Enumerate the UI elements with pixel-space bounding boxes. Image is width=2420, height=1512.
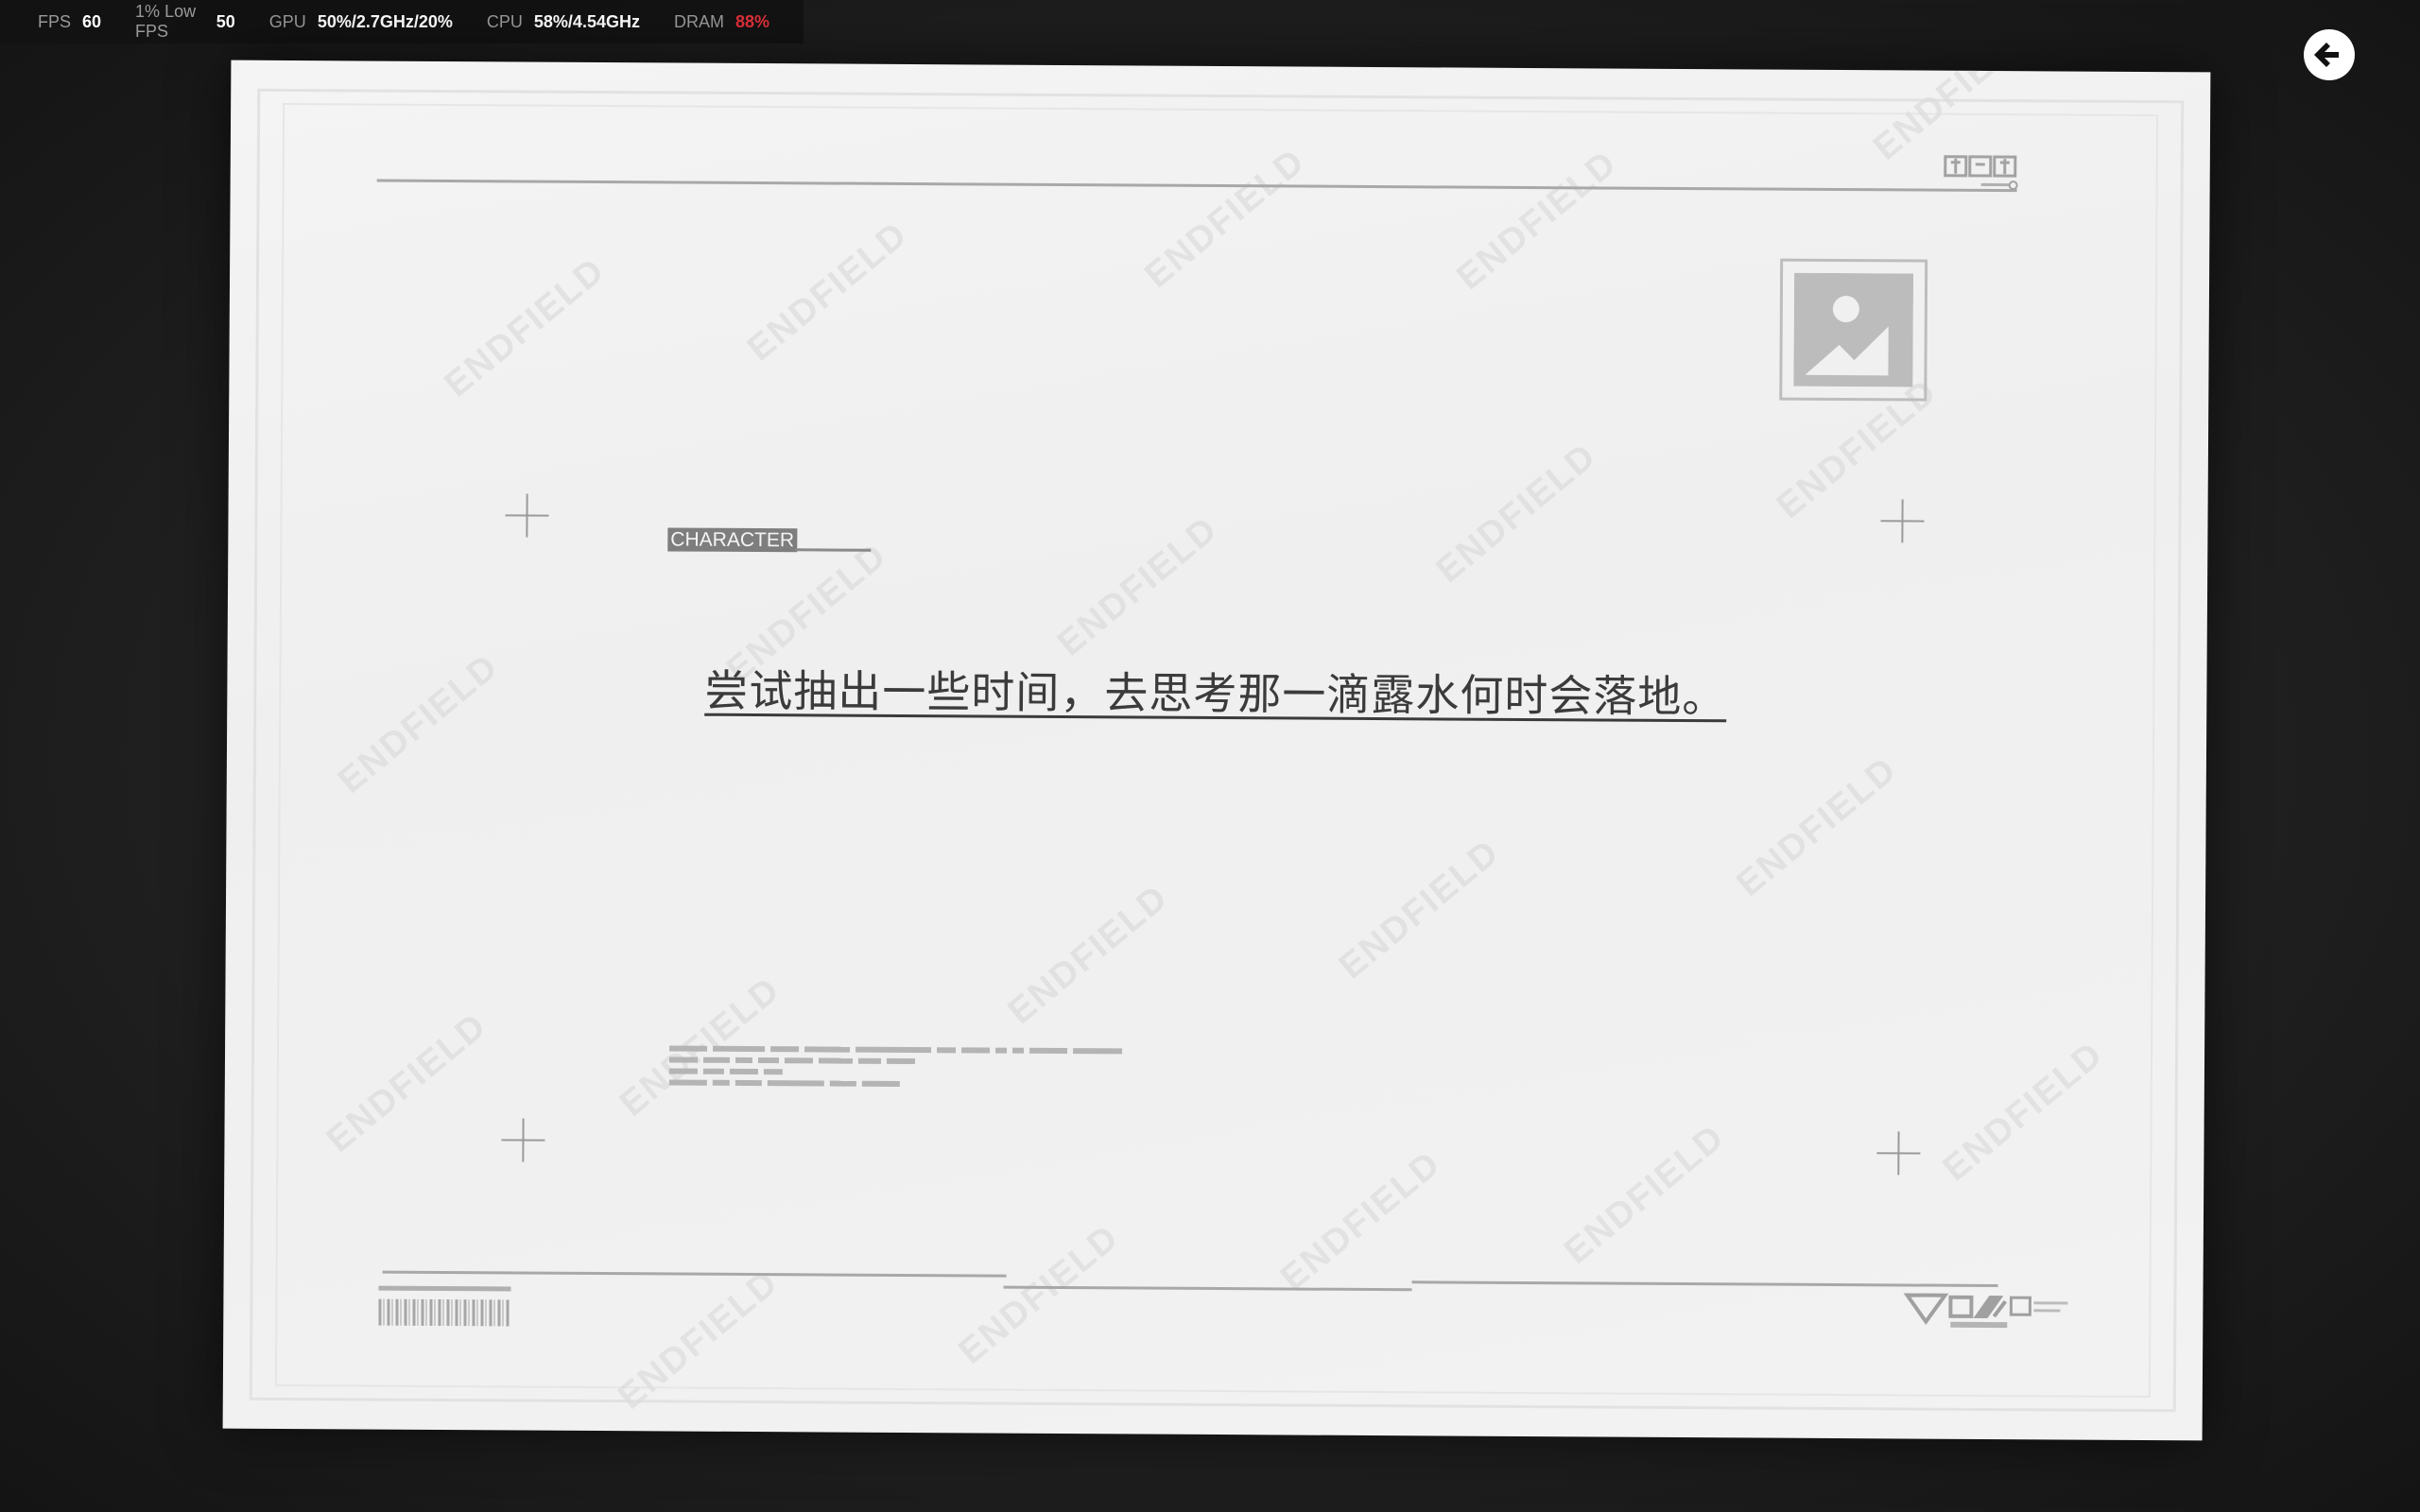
crosshair-mark [501,1118,544,1161]
perf-label: CPU [486,11,523,31]
character-label-underline [795,548,872,552]
perf-label: 1% Low FPS [135,2,197,41]
character-card: ENDFIELD ENDFIELD ENDFIELD ENDFIELD ENDF… [222,60,2211,1441]
perf-value: 60 [82,11,102,31]
barcode-header [378,1285,511,1292]
perf-value: 50 [216,11,235,31]
back-button[interactable] [2304,29,2355,80]
perf-low-fps: 1% Low FPS 50 [135,2,235,42]
perf-value: 50%/2.7GHz/20% [317,11,453,31]
character-label: CHARACTER [667,527,798,553]
character-quote: 尝试抽出一些时间，去思考那一滴露水何时会落地。 [704,664,1727,723]
logo-mark-icon [1944,155,2018,191]
perf-gpu: GPU 50%/2.7GHz/20% [269,12,453,32]
perf-value: 58%/4.54GHz [533,11,640,31]
performance-overlay: FPS 60 1% Low FPS 50 GPU 50%/2.7GHz/20% … [0,0,804,43]
crosshair-mark [1880,499,1924,542]
perf-label: GPU [268,11,306,31]
image-placeholder-icon [1793,272,1914,387]
redacted-text-block [668,1045,1128,1093]
arrow-left-icon [2314,43,2339,67]
crosshair-mark [505,493,548,537]
perf-label: DRAM [673,11,724,31]
barcode [378,1298,511,1327]
perf-dram: DRAM 88% [674,12,769,32]
perf-value: 88% [735,11,769,31]
perf-cpu: CPU 58%/4.54GHz [487,12,640,32]
perf-label: FPS [38,11,72,31]
perf-fps: FPS 60 [38,12,101,32]
footer-logo-icon [1903,1293,2068,1329]
crosshair-mark [1876,1131,1920,1175]
portrait-placeholder [1779,258,1928,402]
